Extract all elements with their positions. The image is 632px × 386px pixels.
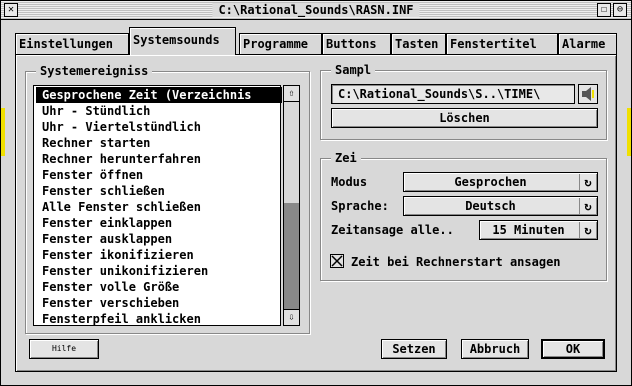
tab-alarme[interactable]: Alarme (558, 33, 617, 55)
list-item[interactable]: Uhr - Viertelstündlich (36, 119, 282, 135)
modus-label: Modus (331, 175, 368, 189)
scroll-thumb[interactable] (284, 203, 299, 309)
setzen-button-label: Setzen (392, 342, 436, 356)
setzen-button[interactable]: Setzen (381, 339, 447, 359)
list-item[interactable]: Fenster öffnen (36, 167, 282, 183)
tab-einstellungen[interactable]: Einstellungen (15, 33, 129, 55)
tab-programme[interactable]: Programme (239, 33, 322, 55)
tab-fenstertitel[interactable]: Fenstertitel (446, 33, 558, 55)
zeitansage-label: Zeitansage alle.. (331, 223, 454, 237)
loeschen-button-label: Löschen (439, 111, 490, 125)
list-item[interactable]: Fenster volle Größe (36, 279, 282, 295)
checkmark-icon (331, 255, 343, 267)
list-item[interactable]: Rechner herunterfahren (36, 151, 282, 167)
tab-systemsounds[interactable]: Systemsounds (129, 27, 236, 55)
scroll-up-arrow-icon[interactable]: ⇧ (284, 86, 299, 102)
abbruch-button[interactable]: Abbruch (461, 339, 529, 359)
rechnerstart-label[interactable]: Zeit bei Rechnerstart ansagen (351, 254, 561, 270)
sampl-title: Sampl (331, 63, 376, 77)
hilfe-button-label: Hilfe (51, 344, 77, 353)
sprache-label: Sprache: (331, 199, 389, 213)
loeschen-button[interactable]: Löschen (331, 108, 598, 128)
systemereigniss-title: Systemereigniss (36, 64, 153, 78)
abbruch-button-label: Abbruch (469, 342, 521, 356)
list-item[interactable]: Fenster unikonifizieren (36, 263, 282, 279)
right-edge-marker (627, 108, 631, 156)
window-title: C:\Rational_Sounds\RASN.INF (212, 3, 420, 17)
sample-path-field[interactable]: C:\Rational_Sounds\S..\TIME\ (331, 84, 575, 104)
list-item[interactable]: Fensterpfeil anklicken (36, 311, 282, 327)
list-item[interactable]: Fenster verschieben (36, 295, 282, 311)
list-item[interactable]: Fenster einklappen (36, 215, 282, 231)
zeitansage-value: 15 Minuten (492, 223, 565, 237)
sprache-popup[interactable]: Deutsch ↻ (403, 196, 598, 216)
dialog-window: ✕ C:\Rational_Sounds\RASN.INF ☐ ⊖ Einste… (0, 0, 632, 386)
sprache-value: Deutsch (465, 199, 516, 213)
hilfe-button[interactable]: Hilfe (29, 339, 99, 359)
title-bar[interactable]: ✕ C:\Rational_Sounds\RASN.INF ☐ ⊖ (1, 1, 631, 20)
list-item[interactable]: Gesprochene Zeit (Verzeichnis (36, 87, 282, 103)
zeit-title: Zei (331, 151, 361, 165)
ok-button[interactable]: OK (541, 339, 605, 359)
modus-popup[interactable]: Gesprochen ↻ (403, 172, 598, 192)
cycle-icon: ↻ (579, 174, 596, 190)
rechnerstart-checkbox[interactable] (330, 254, 344, 268)
list-item[interactable]: Alle Fenster schließen (36, 199, 282, 215)
speaker-icon[interactable] (578, 84, 598, 104)
ok-button-label: OK (565, 342, 581, 356)
list-item[interactable]: Uhr - Stündlich (36, 103, 282, 119)
scroll-down-arrow-icon[interactable]: ⇩ (284, 309, 299, 325)
list-item[interactable]: Fenster ikonifizieren (36, 247, 282, 263)
list-item[interactable]: Fenster schließen (36, 183, 282, 199)
left-edge-marker (1, 108, 5, 156)
zeitansage-popup[interactable]: 15 Minuten ↻ (479, 220, 598, 240)
system-event-list[interactable]: Gesprochene Zeit (Verzeichnis Uhr - Stün… (33, 85, 282, 327)
cycle-icon: ↻ (579, 222, 596, 238)
fullsize-icon[interactable]: ⊖ (613, 3, 627, 17)
list-item[interactable]: Fenster ausklappen (36, 231, 282, 247)
modus-value: Gesprochen (454, 175, 527, 189)
cycle-icon: ↻ (579, 198, 596, 214)
list-item[interactable]: Rechner starten (36, 135, 282, 151)
sampl-group: Sampl (320, 63, 607, 140)
tab-tasten[interactable]: Tasten (391, 33, 446, 55)
list-scrollbar[interactable]: ⇧ ⇩ (283, 85, 300, 326)
iconify-icon[interactable]: ☐ (597, 3, 611, 17)
close-icon[interactable]: ✕ (4, 3, 18, 17)
tab-buttons[interactable]: Buttons (322, 33, 391, 55)
